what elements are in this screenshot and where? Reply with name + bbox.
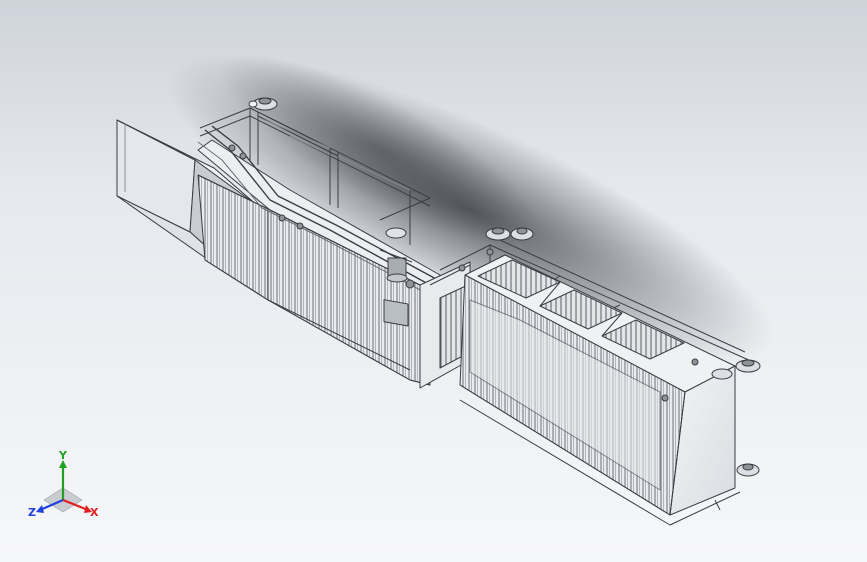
z-axis-label: Z: [28, 506, 36, 519]
axis-triad[interactable]: Y X Z: [28, 449, 99, 519]
cad-viewport[interactable]: Y X Z: [0, 0, 867, 562]
x-axis-label: X: [90, 506, 99, 519]
y-axis-label: Y: [58, 449, 68, 462]
lifting-lug-4: [736, 463, 760, 477]
cad-model-view[interactable]: Y X Z: [0, 0, 867, 562]
